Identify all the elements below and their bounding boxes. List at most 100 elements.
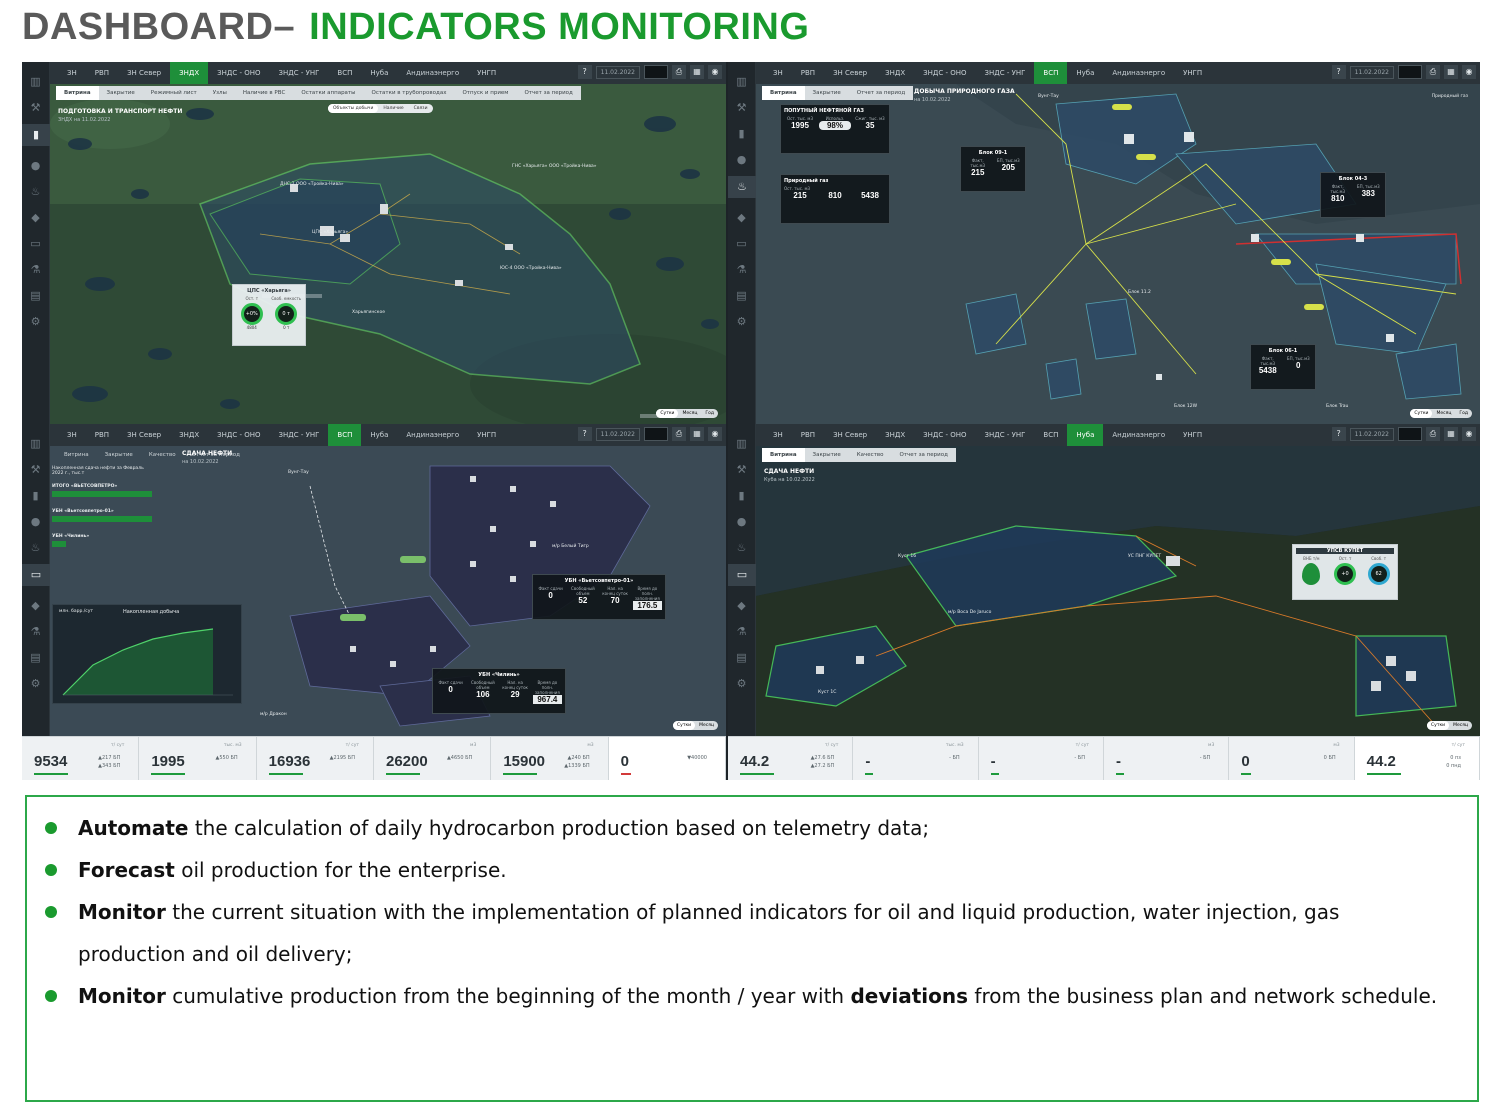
subtab-uzly[interactable]: Узлы	[205, 86, 235, 100]
kpi-water[interactable]: м3 15900 ▲240 БП ▲1339 БП	[491, 737, 609, 780]
flask-icon[interactable]: ⚗	[735, 264, 749, 276]
subtab-zakrytie[interactable]: Закрытие	[99, 86, 143, 100]
chart-icon[interactable]: ▤	[29, 652, 43, 664]
period-month[interactable]: Месяц	[695, 721, 718, 730]
drop-icon[interactable]: ●	[735, 154, 749, 166]
user-icon[interactable]: ◉	[1462, 65, 1476, 79]
subtab-vitrina[interactable]: Витрина	[762, 448, 805, 462]
subtab-otchet[interactable]: Отчет за период	[849, 86, 913, 100]
tab-znds-ono[interactable]: ЗНДС - ОНО	[914, 424, 975, 446]
period-month[interactable]: Месяц	[678, 409, 701, 418]
kpi-delivery[interactable]: т/ сут 44.2 0 пз 0 пнд	[1354, 737, 1480, 780]
kpi-oil[interactable]: т/ сут 9534 ▲217 БП ▲343 БП	[22, 737, 140, 780]
tab-ungp[interactable]: УНГП	[1174, 62, 1211, 84]
tab-znds-ung[interactable]: ЗНДС - УНГ	[270, 424, 329, 446]
settings-icon[interactable]: ⚙	[735, 678, 749, 690]
period-day[interactable]: Сутки	[1427, 721, 1450, 730]
drop-icon[interactable]: ●	[735, 516, 749, 528]
tab-znds-ung[interactable]: ЗНДС - УНГ	[976, 62, 1035, 84]
oil-rig-icon[interactable]: ⚒	[735, 464, 749, 476]
toggle-nalichie[interactable]: Наличие	[378, 104, 408, 113]
card-block-09-1[interactable]: Блок 09-1 Факт, тыс.м3 215 БП, тыс.м3 205	[960, 146, 1026, 192]
subtab-kachestvo[interactable]: Качество	[141, 448, 184, 462]
toggle-objects[interactable]: Объекты добычи	[328, 104, 379, 113]
tab-nuba[interactable]: Нуба	[1067, 424, 1104, 446]
settings-icon[interactable]: ⚙	[29, 316, 43, 328]
card-upsv-kupet[interactable]: УПСВ КУПЕТ ВНБ т/м Ост. т Своб. т +0 62	[1292, 544, 1398, 600]
tab-zndh[interactable]: ЗНДХ	[170, 62, 209, 84]
toggle-svyazi[interactable]: Связи	[409, 104, 433, 113]
tab-rvp[interactable]: РВП	[792, 62, 824, 84]
dashboard-icon[interactable]: ▥	[29, 438, 43, 450]
tank-icon[interactable]: ▭	[735, 238, 749, 250]
flask-icon[interactable]: ⚗	[29, 264, 43, 276]
period-day[interactable]: Сутки	[656, 409, 679, 418]
export-icon[interactable]: ⎙	[672, 65, 686, 79]
kpi-gas[interactable]: тыс. м3 - - БП	[853, 737, 979, 780]
settings-icon[interactable]: ⚙	[735, 316, 749, 328]
help-icon[interactable]: ?	[577, 427, 592, 441]
valve-icon[interactable]: ◆	[29, 600, 43, 612]
subtab-rezhimny[interactable]: Режимный лист	[143, 86, 205, 100]
tab-rvp[interactable]: РВП	[792, 424, 824, 446]
card-apg[interactable]: ПОПУТНЫЙ НЕФТЯНОЙ ГАЗ Ост. тыс. м3 1995 И…	[780, 104, 890, 154]
dashboard-icon[interactable]: ▥	[735, 76, 749, 88]
flame-icon[interactable]: ♨	[29, 186, 43, 198]
tab-andinaenergo[interactable]: Андинаэнерго	[397, 424, 468, 446]
valve-icon[interactable]: ◆	[735, 600, 749, 612]
tab-zn[interactable]: ЗН	[764, 424, 792, 446]
tab-zn[interactable]: ЗН	[58, 424, 86, 446]
tab-nuba[interactable]: Нуба	[361, 62, 397, 84]
list-item[interactable]: УБН «Вьетсовпетро-01»	[52, 509, 170, 522]
subtab-vitrina[interactable]: Витрина	[56, 86, 99, 100]
oil-rig-icon[interactable]: ⚒	[29, 464, 43, 476]
subtab-ostatki-app[interactable]: Остатки аппараты	[293, 86, 363, 100]
tab-zn-sever[interactable]: ЗН Север	[118, 62, 170, 84]
dashboard-icon[interactable]: ▥	[29, 76, 43, 88]
map-oil-transport[interactable]	[50, 84, 726, 424]
period-year[interactable]: Год	[1455, 409, 1472, 418]
date-picker[interactable]: 11.02.2022	[1349, 427, 1394, 441]
export-icon[interactable]: ⎙	[1426, 427, 1440, 441]
kpi-delivery[interactable]: 0 ▼40000	[608, 737, 726, 780]
kpi-liquid[interactable]: т/ сут - - БП	[979, 737, 1104, 780]
tab-rvp[interactable]: РВП	[86, 62, 118, 84]
card-cps-haryaga[interactable]: ЦПС «Харьяга» Ост. т Своб. емкость +0% 0…	[232, 284, 306, 346]
tab-vsp[interactable]: ВСП	[328, 62, 361, 84]
date-picker[interactable]: 11.02.2022	[1349, 65, 1394, 79]
tab-znds-ung[interactable]: ЗНДС - УНГ	[270, 62, 329, 84]
oil-rig-icon[interactable]: ⚒	[735, 102, 749, 114]
drop-icon[interactable]: ●	[29, 160, 43, 172]
tab-zndh[interactable]: ЗНДХ	[170, 424, 208, 446]
tab-ungp[interactable]: УНГП	[1174, 424, 1211, 446]
valve-icon[interactable]: ◆	[735, 212, 749, 224]
subtab-kachestvo[interactable]: Качество	[849, 448, 892, 462]
tab-andinaenergo[interactable]: Андинаэнерго	[1103, 62, 1174, 84]
tab-znds-ung[interactable]: ЗНДС - УНГ	[976, 424, 1035, 446]
subtab-otchet[interactable]: Отчет за период	[892, 448, 956, 462]
chart-icon[interactable]: ▤	[735, 652, 749, 664]
kpi-oil[interactable]: т/ сут 44.2 ▲27.6 БП ▲27.2 БП	[728, 737, 854, 780]
user-icon[interactable]: ◉	[708, 65, 722, 79]
flask-icon[interactable]: ⚗	[735, 626, 749, 638]
kpi-water[interactable]: м3 0 0 БП	[1229, 737, 1355, 780]
tab-zndh[interactable]: ЗНДХ	[876, 62, 914, 84]
tab-zn-sever[interactable]: ЗН Север	[824, 424, 876, 446]
subtab-nalichie[interactable]: Наличие в РВС	[235, 86, 293, 100]
kpi-injection[interactable]: м3 26200 ▲4650 БП	[374, 737, 492, 780]
settings-icon[interactable]: ⚙	[29, 678, 43, 690]
tab-nuba[interactable]: Нуба	[1067, 62, 1103, 84]
report-icon[interactable]: ▦	[1444, 65, 1458, 79]
tab-ungp[interactable]: УНГП	[468, 62, 505, 84]
tab-vsp[interactable]: ВСП	[1034, 424, 1067, 446]
list-item[interactable]: ИТОГО «ВЬЕТСОВПЕТРО»	[52, 484, 170, 497]
tab-znds-ono[interactable]: ЗНДС - ОНО	[208, 62, 269, 84]
tab-znds-ono[interactable]: ЗНДС - ОНО	[914, 62, 975, 84]
list-item[interactable]: УБН «Чилинь»	[52, 534, 170, 547]
tab-zn-sever[interactable]: ЗН Север	[824, 62, 876, 84]
tab-zn[interactable]: ЗН	[764, 62, 792, 84]
period-month[interactable]: Месяц	[1432, 409, 1455, 418]
tank-icon[interactable]: ▭	[728, 564, 756, 586]
oil-rig-icon[interactable]: ⚒	[29, 102, 43, 114]
card-block-06-1[interactable]: Блок 06-1 Факт, тыс.м3 5438 БП, тыс.м3 0	[1250, 344, 1316, 390]
